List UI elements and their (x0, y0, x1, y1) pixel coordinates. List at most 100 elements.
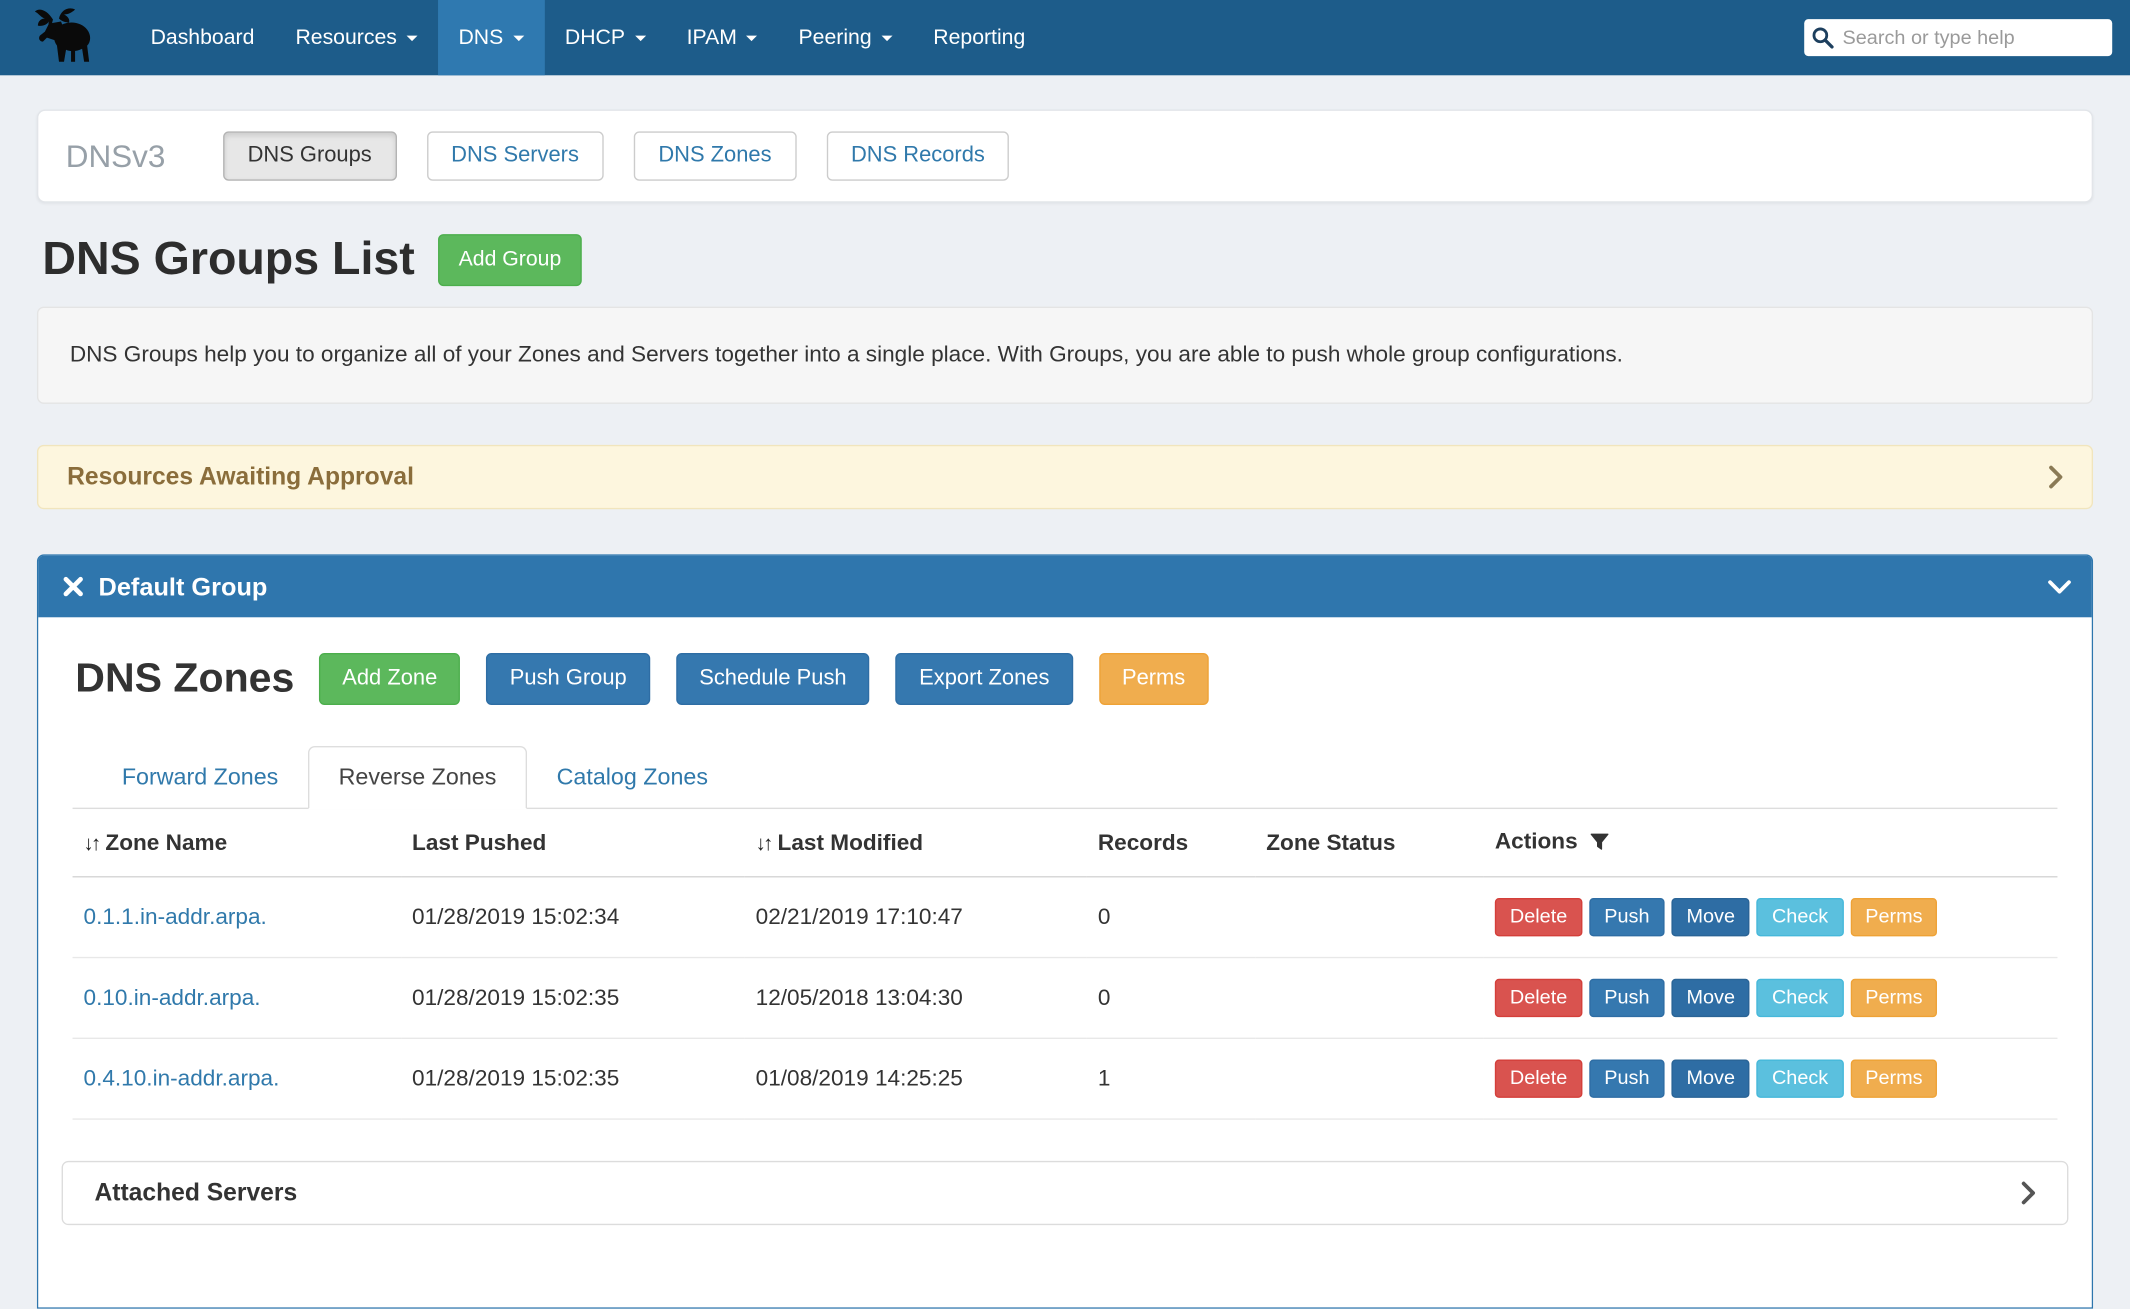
tab-reverse-zones[interactable]: Reverse Zones (308, 746, 526, 809)
default-group-header[interactable]: Default Group (38, 556, 2091, 618)
dns-groups-button[interactable]: DNS Groups (223, 131, 396, 180)
sort-icon: ↓↑ (84, 832, 99, 855)
attached-servers-title: Attached Servers (94, 1179, 297, 1208)
last-modified-cell: 01/08/2019 14:25:25 (745, 1038, 1087, 1119)
dns-records-button[interactable]: DNS Records (826, 131, 1009, 180)
column-label: Zone Status (1266, 831, 1395, 856)
perms-group-button[interactable]: Perms (1099, 653, 1209, 705)
column-label: Zone Name (105, 831, 227, 856)
zone-link[interactable]: 0.10.in-addr.arpa. (84, 985, 261, 1010)
column-label: Actions (1495, 830, 1578, 855)
push-button[interactable]: Push (1589, 1060, 1664, 1098)
column-label: Records (1098, 831, 1188, 856)
delete-button[interactable]: Delete (1495, 898, 1583, 936)
dns-servers-button[interactable]: DNS Servers (426, 131, 603, 180)
check-button[interactable]: Check (1757, 898, 1843, 936)
chevron-right-icon (2020, 1181, 2035, 1204)
perms-button[interactable]: Perms (1850, 1060, 1937, 1098)
description-text: DNS Groups help you to organize all of y… (70, 342, 1623, 367)
default-group-panel: Default Group DNS Zones Add Zone Push Gr… (37, 554, 2093, 1308)
records-cell: 0 (1087, 877, 1255, 958)
caret-down-icon (406, 35, 417, 40)
column-zone-status: Zone Status (1255, 809, 1484, 877)
top-navbar: Dashboard Resources DNS DHCP IPAM Peerin… (0, 0, 2130, 75)
nav-item-resources[interactable]: Resources (275, 0, 438, 75)
nav-item-ipam[interactable]: IPAM (666, 0, 778, 75)
delete-button[interactable]: Delete (1495, 979, 1583, 1017)
add-group-button[interactable]: Add Group (438, 233, 582, 285)
delete-button[interactable]: Delete (1495, 1060, 1583, 1098)
nav-item-reporting[interactable]: Reporting (913, 0, 1046, 75)
table-row: 0.1.1.in-addr.arpa. 01/28/2019 15:02:34 … (73, 877, 2058, 958)
column-zone-name[interactable]: ↓↑ Zone Name (73, 809, 402, 877)
resources-awaiting-approval-accordion[interactable]: Resources Awaiting Approval (37, 445, 2093, 509)
main-nav: Dashboard Resources DNS DHCP IPAM Peerin… (130, 0, 1046, 75)
row-actions: Delete Push Move Check Perms (1495, 1060, 2047, 1098)
column-label: Last Modified (778, 831, 924, 856)
move-button[interactable]: Move (1671, 898, 1750, 936)
column-records: Records (1087, 809, 1255, 877)
column-label: Last Pushed (412, 831, 546, 856)
push-button[interactable]: Push (1589, 898, 1664, 936)
chevron-down-icon[interactable] (2052, 575, 2067, 598)
perms-button[interactable]: Perms (1850, 898, 1937, 936)
push-group-button[interactable]: Push Group (487, 653, 650, 705)
last-modified-cell: 02/21/2019 17:10:47 (745, 877, 1087, 958)
table-row: 0.4.10.in-addr.arpa. 01/28/2019 15:02:35… (73, 1038, 2058, 1119)
column-actions[interactable]: Actions (1484, 809, 2058, 877)
zone-tabs: Forward Zones Reverse Zones Catalog Zone… (73, 746, 2058, 809)
nav-label: DNS (458, 25, 503, 50)
add-zone-button[interactable]: Add Zone (319, 653, 461, 705)
search-input[interactable] (1834, 25, 2104, 50)
export-zones-button[interactable]: Export Zones (896, 653, 1073, 705)
row-actions: Delete Push Move Check Perms (1495, 979, 2047, 1017)
page-title: DNS Groups List (42, 233, 414, 286)
nav-item-dns[interactable]: DNS (438, 0, 544, 75)
logo[interactable] (0, 0, 130, 75)
nav-item-dhcp[interactable]: DHCP (544, 0, 666, 75)
nav-label: Reporting (933, 25, 1025, 50)
check-button[interactable]: Check (1757, 1060, 1843, 1098)
page: Dashboard Resources DNS DHCP IPAM Peerin… (0, 0, 2130, 1242)
nav-item-peering[interactable]: Peering (778, 0, 913, 75)
row-actions: Delete Push Move Check Perms (1495, 898, 2047, 936)
filter-icon[interactable] (1589, 832, 1610, 858)
move-button[interactable]: Move (1671, 1060, 1750, 1098)
nav-label: Dashboard (151, 25, 255, 50)
zone-link[interactable]: 0.1.1.in-addr.arpa. (84, 904, 267, 929)
default-group-body: DNS Zones Add Zone Push Group Schedule P… (38, 617, 2091, 1307)
nav-label: Resources (295, 25, 396, 50)
schedule-push-button[interactable]: Schedule Push (676, 653, 870, 705)
zone-status-cell (1255, 877, 1484, 958)
dnsv3-subnav: DNSv3 DNS Groups DNS Servers DNS Zones D… (37, 110, 2093, 203)
search-icon (1811, 26, 1834, 49)
check-button[interactable]: Check (1757, 979, 1843, 1017)
close-icon[interactable] (63, 576, 84, 597)
tab-forward-zones[interactable]: Forward Zones (92, 746, 309, 809)
caret-down-icon (513, 35, 524, 40)
column-last-pushed: Last Pushed (401, 809, 745, 877)
subnav-title: DNSv3 (66, 138, 166, 175)
table-row: 0.10.in-addr.arpa. 01/28/2019 15:02:35 1… (73, 958, 2058, 1039)
column-last-modified[interactable]: ↓↑Last Modified (745, 809, 1087, 877)
caret-down-icon (881, 35, 892, 40)
push-button[interactable]: Push (1589, 979, 1664, 1017)
attached-servers-accordion[interactable]: Attached Servers (62, 1161, 2069, 1225)
dns-zones-title: DNS Zones (75, 656, 294, 703)
last-pushed-cell: 01/28/2019 15:02:35 (401, 958, 745, 1039)
last-pushed-cell: 01/28/2019 15:02:35 (401, 1038, 745, 1119)
description-panel: DNS Groups help you to organize all of y… (37, 307, 2093, 404)
nav-label: DHCP (565, 25, 625, 50)
records-cell: 0 (1087, 958, 1255, 1039)
nav-label: Peering (799, 25, 872, 50)
dns-zones-button[interactable]: DNS Zones (634, 131, 796, 180)
perms-button[interactable]: Perms (1850, 979, 1937, 1017)
caret-down-icon (635, 35, 646, 40)
tab-catalog-zones[interactable]: Catalog Zones (526, 746, 738, 809)
zone-link[interactable]: 0.4.10.in-addr.arpa. (84, 1066, 280, 1091)
moose-icon (33, 5, 97, 69)
last-pushed-cell: 01/28/2019 15:02:34 (401, 877, 745, 958)
nav-label: IPAM (687, 25, 737, 50)
nav-item-dashboard[interactable]: Dashboard (130, 0, 275, 75)
move-button[interactable]: Move (1671, 979, 1750, 1017)
